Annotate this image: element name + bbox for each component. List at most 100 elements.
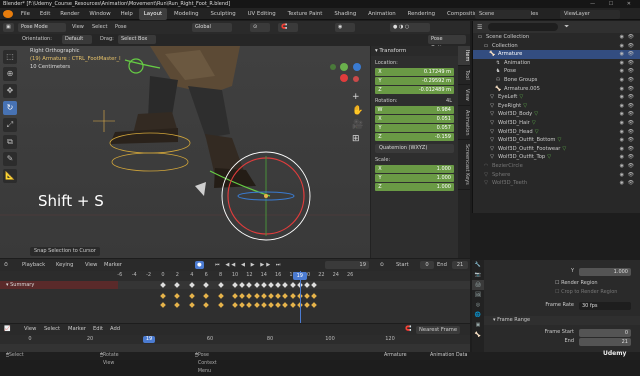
graph-frame-indicator[interactable]: 19 bbox=[143, 336, 155, 343]
keyframe[interactable] bbox=[311, 293, 318, 299]
outliner-row[interactable]: ♞ Pose ◉ 👁 bbox=[473, 67, 640, 76]
camera-icon[interactable]: 🎥 bbox=[352, 118, 363, 132]
visibility-eye-icon[interactable]: 👁 bbox=[628, 59, 634, 68]
tab-tool[interactable]: Tool bbox=[458, 66, 470, 86]
location-x-field[interactable]: X 0.17249 m bbox=[375, 68, 454, 76]
render-toggle-icon[interactable]: ◉ bbox=[620, 110, 624, 119]
outliner-row[interactable]: ▽ Wolf3D_Head ▽ ◉ 👁 bbox=[473, 128, 640, 137]
render-props-icon[interactable]: 📷 bbox=[472, 270, 484, 280]
outliner-row[interactable]: ↯ Animation ◉ 👁 bbox=[473, 59, 640, 68]
last-operator-panel[interactable]: Snap Selection to Cursor bbox=[30, 247, 100, 256]
outliner-row[interactable]: ⚇ Bone Groups ◉ 👁 bbox=[473, 76, 640, 85]
editor-type-icon[interactable]: ☰ bbox=[477, 24, 482, 31]
menu-render[interactable]: Render bbox=[56, 8, 83, 20]
tab-screencast-keys[interactable]: Screencast Keys bbox=[458, 140, 470, 191]
visibility-eye-icon[interactable]: 👁 bbox=[628, 50, 634, 59]
output-props-icon[interactable]: 🖨 bbox=[472, 280, 484, 290]
visibility-eye-icon[interactable]: 👁 bbox=[628, 128, 634, 137]
keyframe[interactable] bbox=[253, 293, 260, 299]
tool-props-icon[interactable]: 🔧 bbox=[472, 260, 484, 270]
cursor-tool-icon[interactable]: ⊕ bbox=[3, 67, 17, 81]
keyframe[interactable] bbox=[282, 293, 289, 299]
render-toggle-icon[interactable]: ◉ bbox=[620, 179, 624, 188]
location-z-field[interactable]: Z -0.012489 m bbox=[375, 86, 454, 94]
frame-start-field[interactable]: 0 bbox=[579, 328, 631, 337]
render-toggle-icon[interactable]: ◉ bbox=[620, 128, 624, 137]
keyframe[interactable] bbox=[188, 293, 195, 299]
frame-rate-dropdown[interactable]: 30 fps bbox=[579, 301, 631, 310]
visibility-eye-icon[interactable]: 👁 bbox=[628, 171, 634, 180]
graph-editor-icon[interactable]: 📈 bbox=[4, 324, 10, 335]
visibility-eye-icon[interactable]: 👁 bbox=[628, 102, 634, 111]
outliner-search-input[interactable] bbox=[488, 23, 559, 31]
world-props-icon[interactable]: 🌐 bbox=[472, 310, 484, 320]
auto-key-button[interactable]: ● bbox=[195, 261, 204, 269]
render-toggle-icon[interactable]: ◉ bbox=[620, 76, 624, 85]
render-toggle-icon[interactable]: ◉ bbox=[620, 59, 624, 68]
timeline-editor-icon[interactable]: ⏱ bbox=[4, 259, 8, 271]
keyframe[interactable] bbox=[217, 302, 224, 308]
crop-region-row[interactable]: ☐ Crop to Render Region bbox=[473, 288, 640, 297]
rotation-w-field[interactable]: W 0.984 bbox=[375, 106, 454, 114]
zoom-icon[interactable]: + bbox=[352, 90, 363, 104]
render-toggle-icon[interactable]: ◉ bbox=[620, 153, 624, 162]
visibility-eye-icon[interactable]: 👁 bbox=[628, 162, 634, 171]
playhead-frame-label[interactable]: 19 bbox=[292, 272, 307, 280]
blender-logo-icon[interactable] bbox=[3, 9, 13, 18]
keyframe[interactable] bbox=[174, 293, 181, 299]
keyframe[interactable] bbox=[160, 302, 166, 308]
visibility-eye-icon[interactable]: 👁 bbox=[628, 33, 634, 42]
menu-edit[interactable]: Edit bbox=[36, 8, 54, 20]
keyframe[interactable] bbox=[203, 293, 210, 299]
render-toggle-icon[interactable]: ◉ bbox=[620, 42, 624, 51]
keyframe[interactable] bbox=[239, 293, 246, 299]
frame-range-header[interactable]: ▾ Frame Range bbox=[473, 316, 640, 325]
visibility-eye-icon[interactable]: 👁 bbox=[628, 179, 634, 188]
menu-add-ge[interactable]: Add bbox=[110, 324, 120, 335]
orientation-dropdown[interactable]: Default bbox=[62, 35, 92, 44]
keyframe[interactable] bbox=[311, 302, 318, 308]
outliner-row[interactable]: 🦴 Armature.005 ◉ 👁 bbox=[473, 85, 640, 94]
menu-playback[interactable]: Playback bbox=[22, 259, 45, 271]
render-toggle-icon[interactable]: ◉ bbox=[620, 145, 624, 154]
menu-file[interactable]: File bbox=[17, 8, 34, 20]
outliner-row[interactable]: ◠ BezierCircle ◉ 👁 bbox=[473, 162, 640, 171]
rotation-z-field[interactable]: Z -0.159 bbox=[375, 133, 454, 141]
tab-layout[interactable]: Layout bbox=[138, 8, 168, 20]
tab-uv-editing[interactable]: UV Editing bbox=[243, 8, 281, 20]
end-frame-field[interactable]: 21 bbox=[452, 261, 468, 269]
rotation-x-field[interactable]: X 0.051 bbox=[375, 115, 454, 123]
tab-animation[interactable]: Animation bbox=[363, 8, 400, 20]
pan-hand-icon[interactable]: ✋ bbox=[352, 104, 363, 118]
keyframe[interactable] bbox=[275, 293, 282, 299]
tab-texture-paint[interactable]: Texture Paint bbox=[283, 8, 328, 20]
keyframe[interactable] bbox=[268, 302, 274, 308]
annotate-tool-icon[interactable]: ✎ bbox=[3, 152, 17, 166]
outliner-row[interactable]: ▽ EyeRight ▽ ◉ 👁 bbox=[473, 102, 640, 111]
outliner-row[interactable]: ▽ EyeLeft ▽ ◉ 👁 bbox=[473, 93, 640, 102]
tab-animation[interactable]: Animation bbox=[458, 106, 470, 141]
outliner-row[interactable]: ▽ Wolf3D_Hair ▽ ◉ 👁 bbox=[473, 119, 640, 128]
menu-keying[interactable]: Keying bbox=[56, 259, 73, 271]
menu-marker-ge[interactable]: Marker bbox=[68, 324, 86, 335]
current-frame-field[interactable]: 19 bbox=[325, 261, 369, 269]
keyframe[interactable] bbox=[282, 302, 289, 308]
keyframe[interactable] bbox=[174, 302, 181, 308]
data-props-icon[interactable]: 🦴 bbox=[472, 330, 484, 340]
menu-edit-ge[interactable]: Edit bbox=[93, 324, 103, 335]
render-toggle-icon[interactable]: ◉ bbox=[620, 119, 624, 128]
view-layer-selector[interactable]: ViewLayer bbox=[560, 10, 620, 19]
pivot-dropdown[interactable]: ⊙ bbox=[250, 23, 270, 32]
tab-view[interactable]: View bbox=[458, 85, 470, 106]
graph-editor-body[interactable] bbox=[0, 344, 470, 352]
keyframe[interactable] bbox=[268, 293, 274, 299]
preview-range-icon[interactable]: ⏲ bbox=[380, 259, 384, 271]
outliner-row[interactable]: ▭ Scene Collection ◉ 👁 bbox=[473, 33, 640, 42]
outliner-row[interactable]: 🦴 Armature ◉ 👁 bbox=[473, 50, 640, 59]
keyframe[interactable] bbox=[232, 293, 238, 299]
rotation-lock-tag[interactable]: 4L bbox=[446, 97, 452, 105]
render-region-row[interactable]: ☐ Render Region bbox=[473, 279, 640, 288]
mode-dropdown[interactable]: Pose Mode bbox=[18, 23, 66, 32]
menu-view-ge[interactable]: View bbox=[24, 324, 36, 335]
menu-pose[interactable]: Pose bbox=[115, 23, 127, 32]
